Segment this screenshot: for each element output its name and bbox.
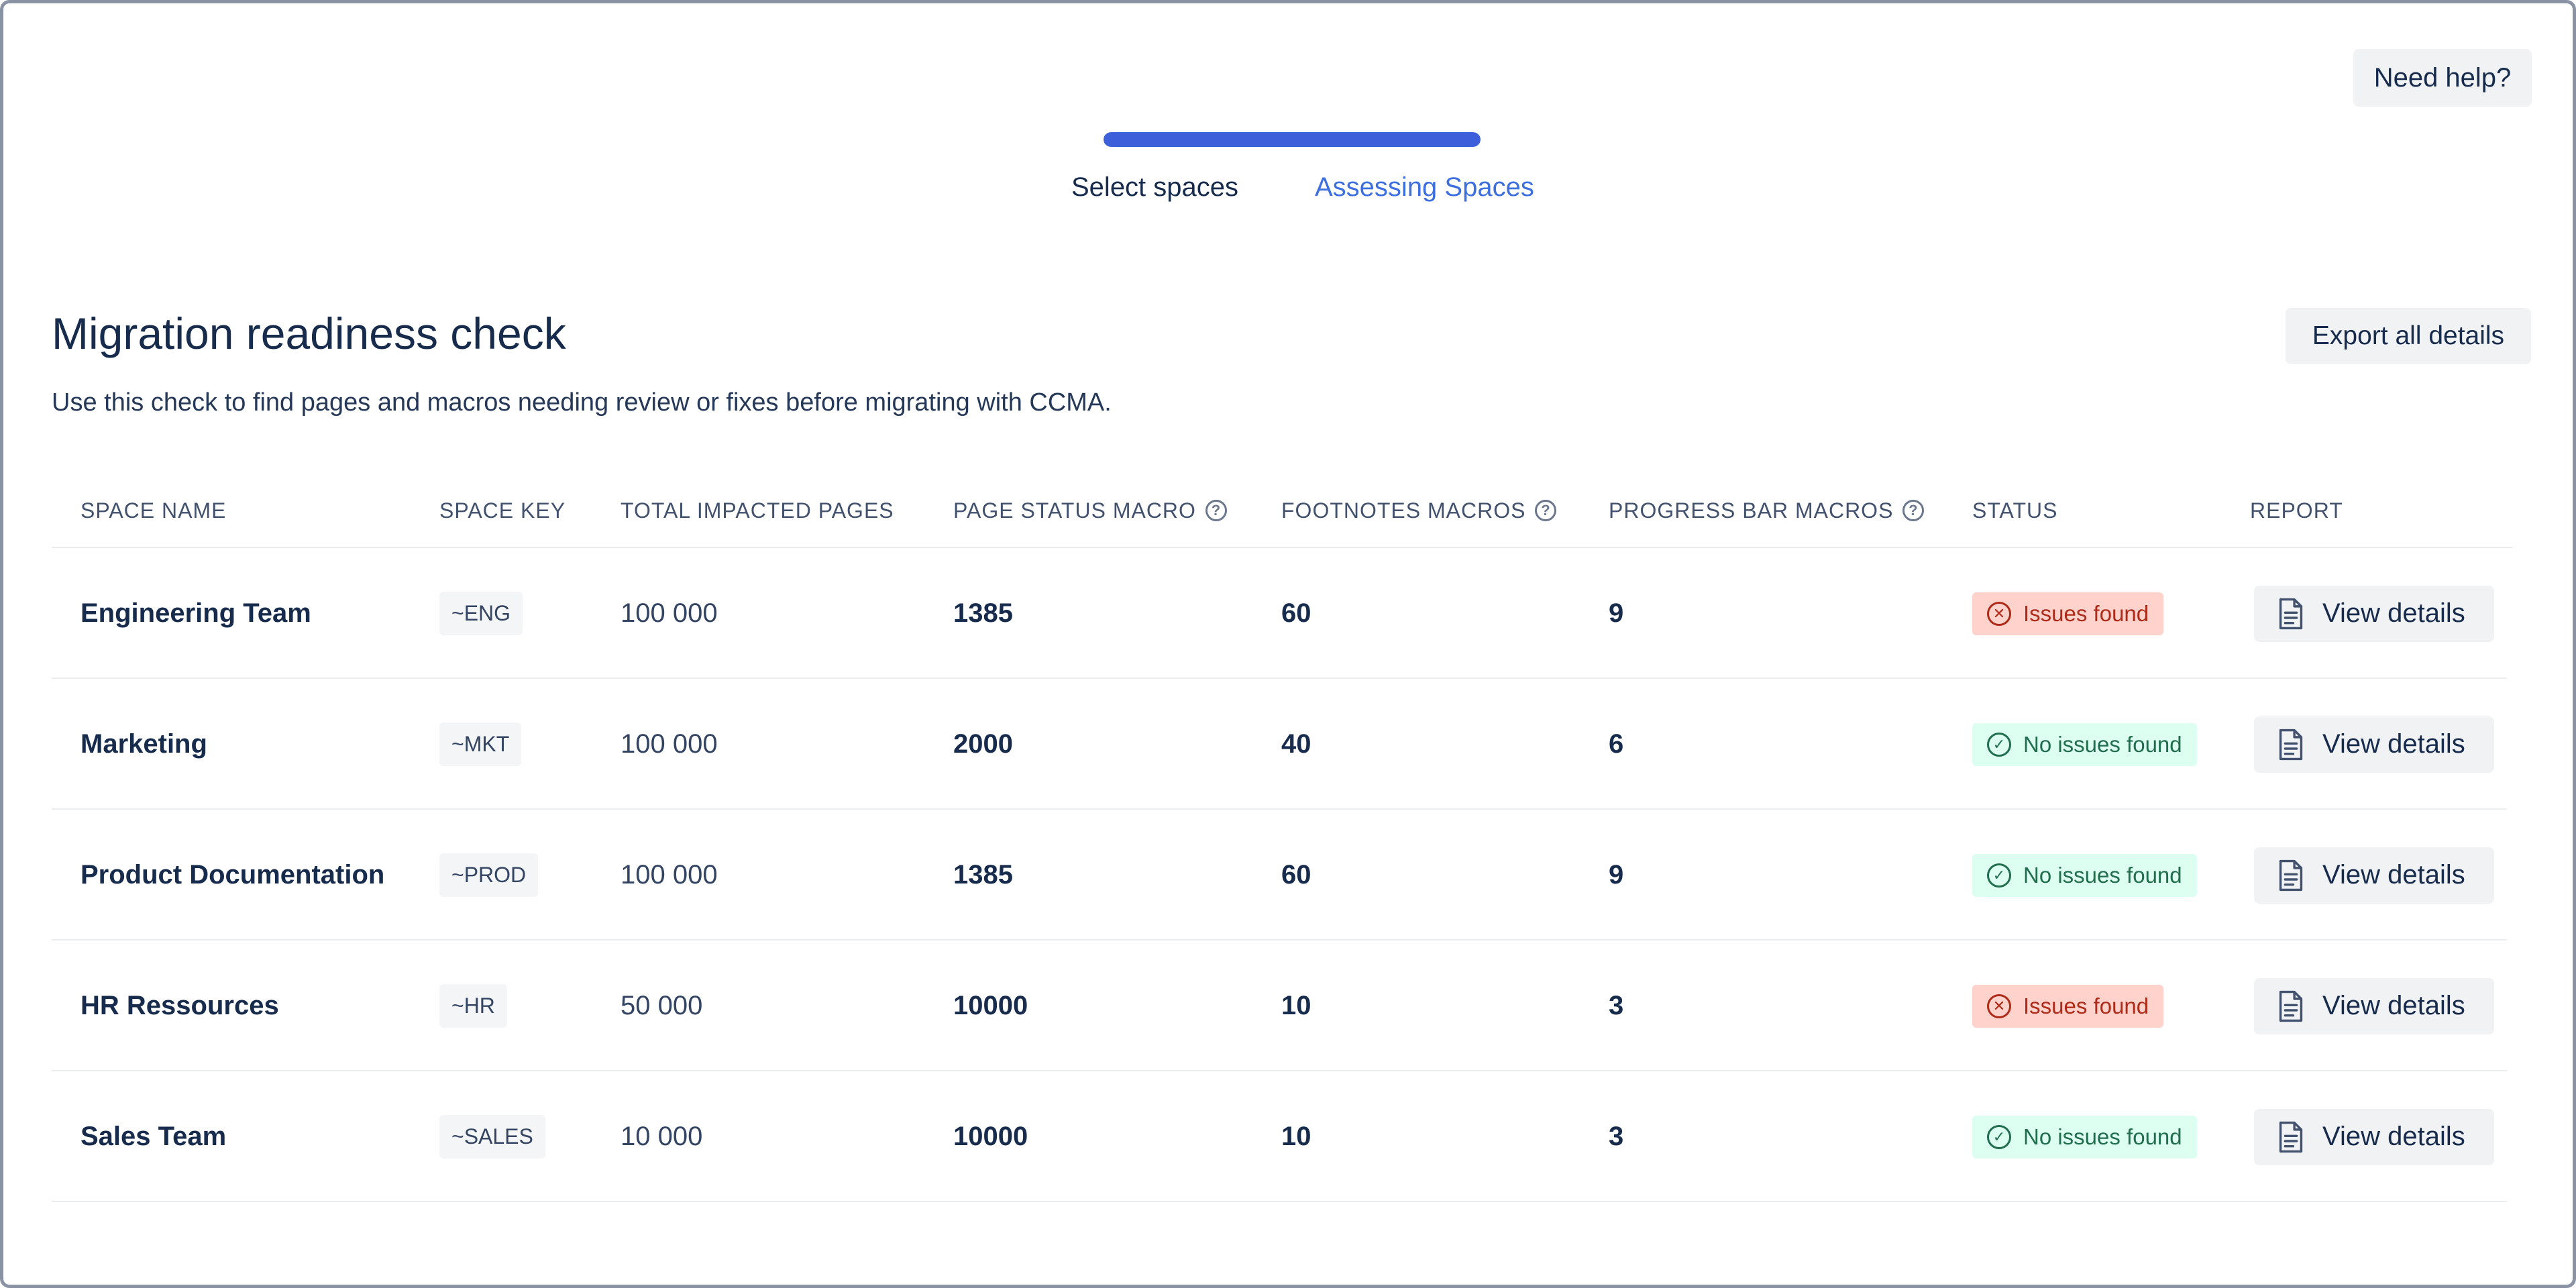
table-row: HR Ressources ~HR 50 000 10000 10 3 ✕ Is… bbox=[52, 941, 2507, 1071]
table-row: Sales Team ~SALES 10 000 10000 10 3 ✓ No… bbox=[52, 1071, 2507, 1202]
table-header: SPACE NAME SPACE KEY TOTAL IMPACTED PAGE… bbox=[52, 473, 2512, 548]
x-circle-icon: ✕ bbox=[1987, 601, 2011, 626]
progress-bar-macro-count: 3 bbox=[1609, 1122, 1624, 1151]
need-help-button[interactable]: Need help? bbox=[2353, 49, 2532, 107]
help-circle-icon[interactable]: ? bbox=[1205, 500, 1227, 521]
help-circle-icon[interactable]: ? bbox=[1902, 500, 1925, 521]
column-header-report: REPORT bbox=[2250, 498, 2343, 523]
total-impacted-pages: 100 000 bbox=[621, 598, 718, 628]
x-circle-icon: ✕ bbox=[1987, 994, 2011, 1018]
space-name: Product Documentation bbox=[80, 860, 385, 890]
total-impacted-pages: 10 000 bbox=[621, 1122, 703, 1151]
step-select-spaces: Select spaces bbox=[1071, 172, 1239, 202]
space-key-badge: ~SALES bbox=[439, 1115, 545, 1159]
column-header-space-name: SPACE NAME bbox=[80, 498, 227, 523]
page-status-macro-count: 10000 bbox=[953, 1122, 1028, 1151]
view-details-label: View details bbox=[2322, 729, 2465, 759]
status-badge: ✓ No issues found bbox=[1972, 1115, 2197, 1159]
check-circle-icon: ✓ bbox=[1987, 1124, 2011, 1149]
total-impacted-pages: 100 000 bbox=[621, 729, 718, 759]
status-label: Issues found bbox=[2023, 993, 2149, 1018]
stepper-progress-track bbox=[1104, 132, 1481, 147]
view-details-button[interactable]: View details bbox=[2254, 585, 2494, 642]
space-name: Sales Team bbox=[80, 1122, 227, 1151]
page-status-macro-count: 1385 bbox=[953, 598, 1013, 628]
document-icon bbox=[2279, 598, 2303, 629]
table-row: Engineering Team ~ENG 100 000 1385 60 9 … bbox=[52, 548, 2507, 679]
progress-bar-macro-count: 6 bbox=[1609, 729, 1624, 759]
readiness-table: SPACE NAME SPACE KEY TOTAL IMPACTED PAGE… bbox=[52, 473, 2512, 1202]
space-name: Engineering Team bbox=[80, 598, 311, 628]
column-header-footnotes-macros: FOOTNOTES MACROS ? bbox=[1281, 473, 1557, 548]
view-details-button[interactable]: View details bbox=[2254, 716, 2494, 773]
page-title: Migration readiness check bbox=[52, 309, 566, 358]
table-row: Marketing ~MKT 100 000 2000 40 6 ✓ No is… bbox=[52, 679, 2507, 810]
column-header-space-key: SPACE KEY bbox=[439, 498, 566, 523]
page-status-macro-count: 10000 bbox=[953, 991, 1028, 1020]
document-icon bbox=[2279, 1121, 2303, 1152]
table-body: Engineering Team ~ENG 100 000 1385 60 9 … bbox=[52, 548, 2512, 1202]
view-details-button[interactable]: View details bbox=[2254, 1108, 2494, 1165]
space-key-badge: ~HR bbox=[439, 984, 507, 1028]
view-details-label: View details bbox=[2322, 860, 2465, 890]
app-window: Need help? Select spaces Assessing Space… bbox=[0, 0, 2576, 1288]
footnotes-macro-count: 60 bbox=[1281, 598, 1311, 628]
space-key-badge: ~ENG bbox=[439, 592, 523, 635]
status-badge: ✕ Issues found bbox=[1972, 592, 2164, 635]
progress-bar-macro-count: 9 bbox=[1609, 860, 1624, 890]
status-badge: ✓ No issues found bbox=[1972, 853, 2197, 897]
footnotes-macro-count: 10 bbox=[1281, 1122, 1311, 1151]
status-label: No issues found bbox=[2023, 862, 2182, 888]
status-label: No issues found bbox=[2023, 1124, 2182, 1149]
document-icon bbox=[2279, 859, 2303, 891]
space-name: HR Ressources bbox=[80, 991, 279, 1020]
view-details-button[interactable]: View details bbox=[2254, 977, 2494, 1034]
help-circle-icon[interactable]: ? bbox=[1535, 500, 1557, 521]
step-assessing-spaces: Assessing Spaces bbox=[1315, 172, 1534, 202]
space-key-badge: ~MKT bbox=[439, 722, 522, 766]
footnotes-macro-count: 10 bbox=[1281, 991, 1311, 1020]
view-details-label: View details bbox=[2322, 991, 2465, 1020]
status-badge: ✓ No issues found bbox=[1972, 722, 2197, 766]
progress-bar-macro-count: 3 bbox=[1609, 991, 1624, 1020]
view-details-button[interactable]: View details bbox=[2254, 847, 2494, 904]
check-circle-icon: ✓ bbox=[1987, 732, 2011, 757]
view-details-label: View details bbox=[2322, 598, 2465, 628]
total-impacted-pages: 100 000 bbox=[621, 860, 718, 890]
document-icon bbox=[2279, 990, 2303, 1022]
total-impacted-pages: 50 000 bbox=[621, 991, 703, 1020]
column-header-page-status-macro: PAGE STATUS MACRO ? bbox=[953, 473, 1227, 548]
check-circle-icon: ✓ bbox=[1987, 863, 2011, 888]
status-badge: ✕ Issues found bbox=[1972, 984, 2164, 1028]
page-description: Use this check to find pages and macros … bbox=[52, 388, 1112, 417]
table-row: Product Documentation ~PROD 100 000 1385… bbox=[52, 810, 2507, 941]
column-header-total-impacted-pages: TOTAL IMPACTED PAGES bbox=[621, 498, 894, 523]
export-all-details-button[interactable]: Export all details bbox=[2286, 308, 2531, 364]
progress-bar-macro-count: 9 bbox=[1609, 598, 1624, 628]
space-key-badge: ~PROD bbox=[439, 853, 539, 897]
status-label: Issues found bbox=[2023, 600, 2149, 626]
document-icon bbox=[2279, 729, 2303, 760]
status-label: No issues found bbox=[2023, 731, 2182, 757]
column-header-progress-bar-macros: PROGRESS BAR MACROS ? bbox=[1609, 473, 1925, 548]
view-details-label: View details bbox=[2322, 1122, 2465, 1151]
page-status-macro-count: 2000 bbox=[953, 729, 1013, 759]
footnotes-macro-count: 40 bbox=[1281, 729, 1311, 759]
page-status-macro-count: 1385 bbox=[953, 860, 1013, 890]
stepper-progress-fill bbox=[1104, 132, 1481, 147]
column-header-status: STATUS bbox=[1972, 498, 2058, 523]
space-name: Marketing bbox=[80, 729, 207, 759]
footnotes-macro-count: 60 bbox=[1281, 860, 1311, 890]
